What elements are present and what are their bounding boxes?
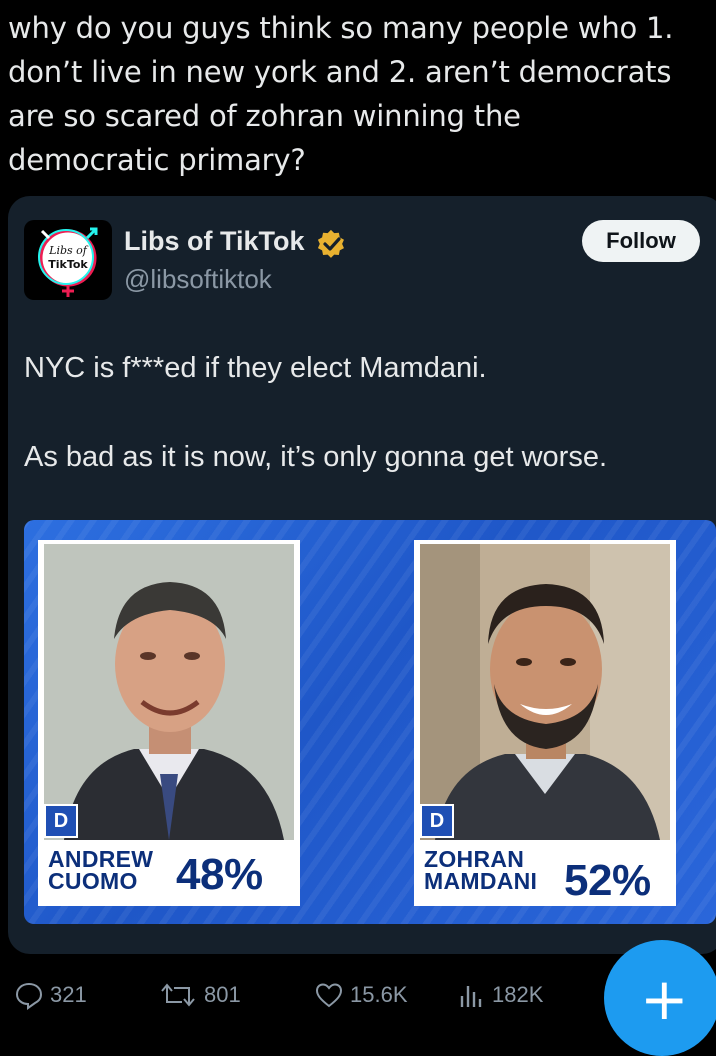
candidate-first-name: ZOHRAN (424, 846, 525, 872)
candidate-card: D ANDREW CUOMO 48% (38, 540, 300, 906)
reply-icon (15, 982, 43, 1010)
party-badge: D (420, 804, 454, 838)
views-button[interactable]: 182K (458, 980, 543, 1010)
post-text-line: are so scared of zohran winning the (8, 99, 521, 133)
media-image[interactable]: D ANDREW CUOMO 48% D ZOHRAN MAMDANI 52% (24, 520, 716, 924)
candidate-percent: 48% (176, 850, 263, 899)
reply-button[interactable]: 321 (14, 980, 87, 1010)
candidate-photo (44, 544, 294, 840)
reply-count: 321 (50, 982, 87, 1007)
avatar-text-line1: Libs of (48, 244, 89, 257)
repost-icon (161, 983, 195, 1007)
compose-button[interactable]: + (604, 940, 716, 1056)
like-button[interactable]: 15.6K (314, 980, 408, 1010)
quoted-post-card[interactable]: Libs of TikTok Libs of TikTok @libsoftik… (8, 196, 716, 954)
quoted-text-line: NYC is f***ed if they elect Mamdani. (24, 352, 487, 384)
views-icon (460, 986, 482, 1007)
author-handle[interactable]: @libsoftiktok (124, 264, 272, 295)
libs-of-tiktok-logo: Libs of TikTok (38, 227, 98, 297)
party-badge: D (44, 804, 78, 838)
candidate-last-name: MAMDANI (424, 868, 538, 894)
post-text-line: don’t live in new york and 2. aren’t dem… (8, 55, 672, 89)
author-name[interactable]: Libs of TikTok (124, 226, 305, 257)
avatar[interactable]: Libs of TikTok (24, 220, 112, 300)
views-count: 182K (492, 982, 544, 1007)
candidate-card: D ZOHRAN MAMDANI 52% (414, 540, 676, 906)
verified-badge-icon (317, 229, 344, 258)
post-text-line: democratic primary? (8, 143, 306, 177)
repost-button[interactable]: 801 (158, 980, 241, 1010)
candidate-percent: 52% (564, 856, 651, 905)
follow-button[interactable]: Follow (582, 220, 700, 262)
candidate-photo (420, 544, 670, 840)
candidate-first-name: ANDREW (48, 846, 154, 872)
post-text: why do you guys think so many people who… (8, 6, 708, 182)
post-text-line: why do you guys think so many people who… (8, 11, 674, 45)
repost-count: 801 (204, 982, 241, 1007)
plus-icon: + (640, 965, 689, 1033)
candidate-last-name: CUOMO (48, 868, 138, 894)
heart-icon (315, 983, 343, 1008)
quoted-text-line: As bad as it is now, it’s only gonna get… (24, 441, 608, 473)
like-count: 15.6K (350, 982, 408, 1007)
avatar-text-line2: TikTok (48, 258, 88, 271)
